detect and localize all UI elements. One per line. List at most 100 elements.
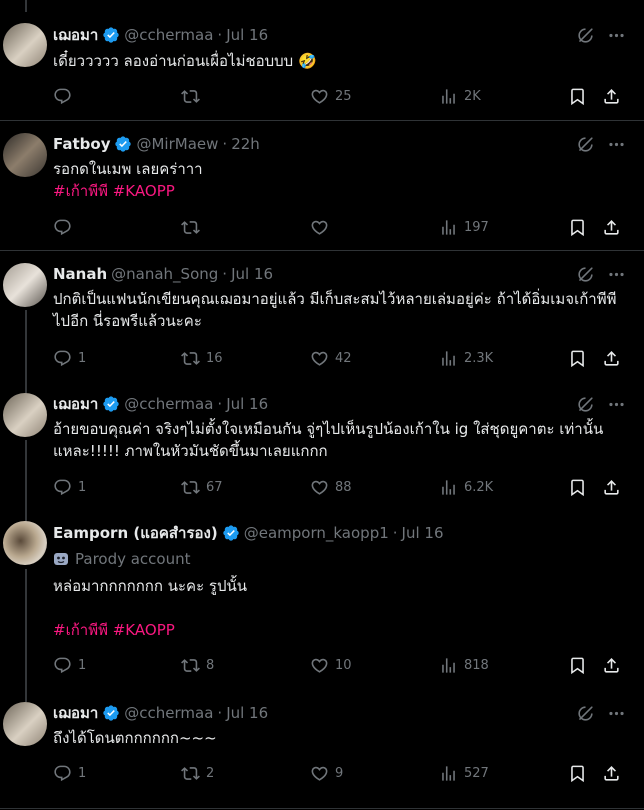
author-name[interactable]: เฌอมา — [53, 394, 98, 414]
reply-button[interactable]: 1 — [53, 654, 86, 676]
timestamp[interactable]: Jul 16 — [226, 703, 268, 723]
grok-icon[interactable] — [576, 265, 595, 284]
tweet[interactable]: เฌอมา @cchermaa · Jul 16 ถึงได้โดนตกกกกก… — [0, 690, 644, 810]
share-button[interactable] — [602, 216, 621, 238]
like-icon — [310, 349, 329, 368]
tweet[interactable]: Nanah @nanah_Song · Jul 16 ปกติเป็นแฟนนั… — [0, 251, 644, 386]
author-handle[interactable]: @cchermaa — [124, 25, 213, 45]
views-button[interactable]: 2K — [439, 85, 481, 107]
more-icon[interactable] — [607, 135, 626, 154]
repost-button[interactable] — [181, 85, 206, 107]
timestamp[interactable]: Jul 16 — [402, 523, 444, 543]
timestamp[interactable]: Jul 16 — [226, 25, 268, 45]
separator-dot: · — [392, 524, 398, 542]
avatar[interactable] — [3, 263, 47, 307]
action-bar: 25 2K — [53, 85, 628, 107]
avatar[interactable] — [3, 133, 47, 177]
tweet[interactable]: Eamporn (แอคสำรอง) @eamporn_kaopp1 · Jul… — [0, 510, 644, 695]
share-icon — [602, 349, 621, 368]
tweet[interactable]: Fatboy @MirMaew · 22h รอกดในเมพ เลยคร่าา… — [0, 121, 644, 250]
author-name[interactable]: Eamporn (แอคสำรอง) — [53, 523, 218, 543]
grok-icon[interactable] — [576, 135, 595, 154]
bookmark-button[interactable] — [568, 762, 587, 784]
bookmark-button[interactable] — [568, 654, 587, 676]
tweet-header: เฌอมา @cchermaa · Jul 16 — [53, 394, 268, 414]
tweet[interactable]: เฌอมา @cchermaa · Jul 16 เดี๋ยววววว ลองอ… — [0, 0, 644, 120]
share-button[interactable] — [602, 85, 621, 107]
repost-button[interactable]: 2 — [181, 762, 214, 784]
author-handle[interactable]: @cchermaa — [124, 703, 213, 723]
reply-button[interactable]: 1 — [53, 347, 86, 369]
grok-icon[interactable] — [576, 704, 595, 723]
timestamp[interactable]: Jul 16 — [231, 264, 273, 284]
grok-icon[interactable] — [576, 26, 595, 45]
reply-icon — [53, 218, 72, 237]
author-handle[interactable]: @nanah_Song — [111, 264, 218, 284]
hashtags[interactable]: #เก้าพีพี #KAOPP — [53, 619, 628, 641]
views-button[interactable]: 2.3K — [439, 347, 493, 369]
repost-button[interactable]: 8 — [181, 654, 214, 676]
views-button[interactable]: 818 — [439, 654, 489, 676]
author-name[interactable]: เฌอมา — [53, 25, 98, 45]
avatar[interactable] — [3, 702, 47, 746]
reply-button[interactable]: 1 — [53, 476, 86, 498]
author-name[interactable]: เฌอมา — [53, 703, 98, 723]
bookmark-button[interactable] — [568, 216, 587, 238]
like-button[interactable]: 9 — [310, 762, 343, 784]
bookmark-button[interactable] — [568, 476, 587, 498]
bookmark-icon — [568, 87, 587, 106]
views-count: 197 — [464, 219, 489, 235]
tweet[interactable]: เฌอมา @cchermaa · Jul 16 อ้ายขอบคุณค่า จ… — [0, 381, 644, 516]
bookmark-button[interactable] — [568, 85, 587, 107]
avatar[interactable] — [3, 393, 47, 437]
views-button[interactable]: 197 — [439, 216, 489, 238]
parody-text: Parody account — [75, 550, 191, 568]
reply-button[interactable]: 1 — [53, 762, 86, 784]
author-handle[interactable]: @MirMaew — [136, 134, 218, 154]
repost-button[interactable]: 16 — [181, 347, 223, 369]
like-button[interactable] — [310, 216, 335, 238]
share-button[interactable] — [602, 347, 621, 369]
timestamp[interactable]: 22h — [231, 134, 260, 154]
hashtags[interactable]: #เก้าพีพี #KAOPP — [53, 180, 628, 202]
repost-button[interactable] — [181, 216, 206, 238]
more-icon[interactable] — [607, 395, 626, 414]
author-name[interactable]: Nanah — [53, 264, 107, 284]
like-button[interactable]: 42 — [310, 347, 352, 369]
grok-icon[interactable] — [576, 395, 595, 414]
mask-icon — [54, 553, 68, 565]
tweet-top-icons — [576, 264, 626, 284]
share-button[interactable] — [602, 762, 621, 784]
like-count: 9 — [335, 765, 344, 781]
reply-button[interactable] — [53, 85, 78, 107]
repost-button[interactable]: 67 — [181, 476, 223, 498]
tweet-text: ปกติเป็นแฟนนักเขียนคุณเฌอมาอยู่แล้ว มีเก… — [53, 290, 617, 330]
like-button[interactable]: 25 — [310, 85, 352, 107]
views-icon — [439, 87, 458, 106]
reply-button[interactable] — [53, 216, 78, 238]
views-button[interactable]: 6.2K — [439, 476, 493, 498]
avatar[interactable] — [3, 521, 47, 565]
author-name[interactable]: Fatboy — [53, 134, 110, 154]
author-handle[interactable]: @eamporn_kaopp1 — [244, 523, 389, 543]
action-bar: 1 67 88 6.2K — [53, 476, 628, 498]
tweet-text: ถึงได้โดนตกกกกกก~~~ — [53, 729, 217, 747]
bookmark-button[interactable] — [568, 347, 587, 369]
more-icon[interactable] — [607, 265, 626, 284]
tweet-header: Eamporn (แอคสำรอง) @eamporn_kaopp1 · Jul… — [53, 523, 444, 543]
more-icon[interactable] — [607, 704, 626, 723]
like-button[interactable]: 88 — [310, 476, 352, 498]
avatar[interactable] — [3, 23, 47, 67]
reply-count: 1 — [78, 479, 87, 495]
share-button[interactable] — [602, 476, 621, 498]
share-button[interactable] — [602, 654, 621, 676]
more-icon[interactable] — [607, 26, 626, 45]
like-button[interactable]: 10 — [310, 654, 352, 676]
views-button[interactable]: 527 — [439, 762, 489, 784]
tweet-top-icons — [576, 25, 626, 45]
repost-icon — [181, 478, 200, 497]
author-handle[interactable]: @cchermaa — [124, 394, 213, 414]
timestamp[interactable]: Jul 16 — [226, 394, 268, 414]
separator-dot: · — [222, 135, 228, 153]
parody-label: Parody account — [53, 550, 191, 568]
